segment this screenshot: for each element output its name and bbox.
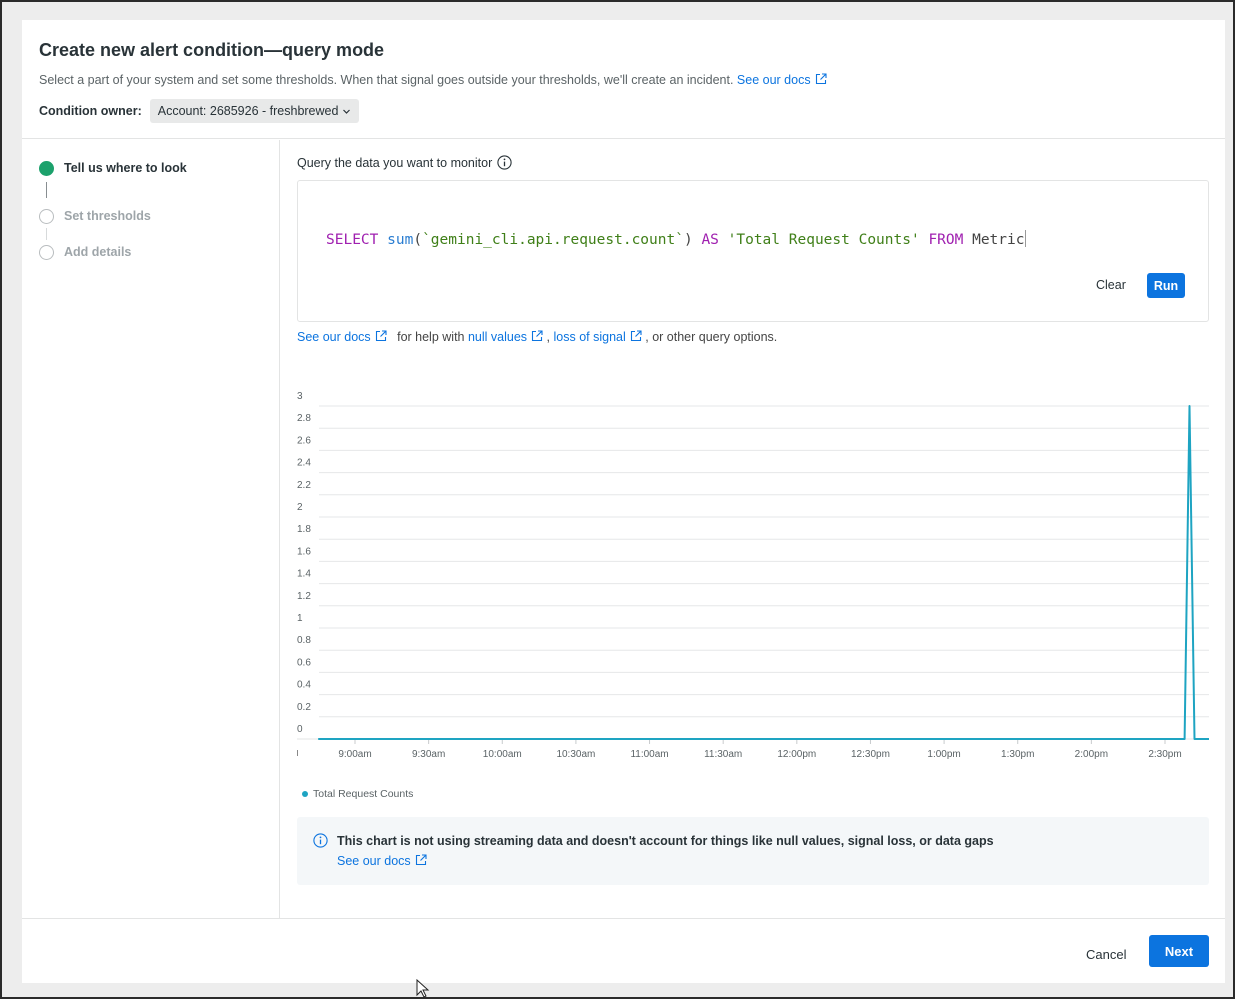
cancel-button[interactable]: Cancel [1076, 939, 1136, 969]
step-connector [46, 228, 47, 240]
x-tick-label: 1:00pm [927, 749, 960, 760]
x-tick-label: 11:30am [704, 749, 742, 760]
clear-button[interactable]: Clear [1088, 273, 1134, 297]
y-tick-label: 1.8 [297, 524, 311, 535]
condition-owner-value: Account: 2685926 - freshbrewed [157, 104, 339, 118]
external-link-icon [630, 330, 642, 342]
x-tick-label: 9:30am [412, 749, 445, 760]
notice-text: This chart is not using streaming data a… [337, 834, 994, 848]
next-button[interactable]: Next [1149, 935, 1209, 967]
subtitle-text: Select a part of your system and set som… [39, 73, 734, 87]
loss-of-signal-link-label: loss of signal [553, 330, 626, 344]
step-label: Set thresholds [64, 209, 151, 223]
step-tell-us-where-to-look[interactable]: Tell us where to look [39, 160, 187, 176]
null-values-link-label: null values [467, 330, 528, 344]
step-set-thresholds[interactable]: Set thresholds [39, 208, 151, 224]
info-icon[interactable] [497, 155, 512, 170]
legend-label: Total Request Counts [313, 788, 414, 800]
keyword-from: FROM [928, 232, 964, 248]
step-active-dot-icon [39, 160, 54, 176]
text-caret [1025, 230, 1027, 247]
query-label-text: Query the data you want to monitor [297, 155, 493, 170]
header-docs-link-label: See our docs [736, 73, 811, 87]
paren-close: ) [683, 232, 693, 248]
query-editor[interactable]: SELECT sum(`gemini_cli.api.request.count… [297, 180, 1209, 322]
x-tick-label: 12:30pm [851, 749, 890, 760]
nrql-query-code[interactable]: SELECT sum(`gemini_cli.api.request.count… [326, 230, 1027, 248]
function-name: sum [387, 232, 414, 248]
help-docs-link-label: See our docs [297, 330, 371, 344]
y-tick-label: 1.6 [297, 546, 311, 557]
notice-docs-link-label: See our docs [337, 854, 411, 868]
y-tick-label: 0.6 [297, 657, 311, 668]
x-tick-label: 2:30pm [1148, 749, 1181, 760]
steps-sidebar: Tell us where to look Set thresholds Add… [22, 140, 280, 918]
mouse-cursor-icon [416, 979, 430, 998]
y-tick-label: 2.8 [297, 413, 311, 424]
condition-owner-select[interactable]: Account: 2685926 - freshbrewed [149, 99, 360, 123]
series-line [318, 405, 1209, 740]
help-text-2: , or other query options. [645, 330, 778, 344]
external-link-icon [375, 330, 387, 342]
page-header: Create new alert condition—query mode Se… [22, 20, 1225, 139]
y-tick-label: 2.6 [297, 435, 311, 446]
external-link-icon [532, 330, 543, 342]
y-tick-label: 2 [297, 502, 303, 513]
step-inactive-dot-icon [39, 244, 54, 260]
keyword-select: SELECT [326, 232, 379, 248]
attribute-name: `gemini_cli.api.request.count` [422, 232, 684, 248]
query-help-row: See our docs for help with null values ,… [297, 330, 777, 344]
external-link-icon [815, 73, 827, 85]
keyword-as: AS [701, 232, 719, 248]
step-label: Add details [64, 245, 132, 259]
y-tick-label: 0.2 [297, 702, 311, 713]
table-name: Metric [972, 232, 1025, 248]
query-results-chart: 0 0.2 0.4 0.6 0.8 1 1.2 1.4 1.6 1.8 2 2.2 2.4 2.6 2.8 3… [297, 391, 1209, 760]
x-tick-label: 11:00am [630, 749, 668, 760]
step-inactive-dot-icon [39, 208, 54, 224]
page-subtitle: Select a part of your system and set som… [39, 73, 827, 87]
streaming-notice: This chart is not using streaming data a… [297, 817, 1209, 885]
x-tick-label: 1:30pm [1001, 749, 1034, 760]
x-tick-label: 10:30am [556, 749, 595, 760]
condition-owner-row: Condition owner: Account: 2685926 - fres… [39, 99, 360, 123]
window-frame: Create new alert condition—query mode Se… [0, 0, 1235, 999]
y-tick-label: 2.4 [297, 458, 311, 469]
header-docs-link[interactable]: See our docs [737, 73, 827, 87]
y-tick-label: 2.2 [297, 480, 311, 491]
x-tick-label: 2:00pm [1075, 749, 1108, 760]
y-tick-label: 1.2 [297, 591, 311, 602]
step-connector [46, 182, 47, 198]
legend-dot-icon [302, 791, 308, 797]
info-icon [313, 833, 328, 848]
page-title: Create new alert condition—query mode [39, 40, 385, 60]
null-values-link[interactable]: null values [468, 330, 543, 344]
step-label: Tell us where to look [64, 161, 187, 175]
query-label: Query the data you want to monitor [297, 155, 512, 170]
y-tick-label: 0.4 [297, 680, 311, 691]
chevron-down-icon [343, 109, 351, 114]
x-tick-label: 9:00am [338, 749, 371, 760]
external-link-icon [415, 854, 427, 866]
x-tick-label: 10:00am [483, 749, 522, 760]
step-add-details[interactable]: Add details [39, 244, 131, 260]
help-text-1: for help with [397, 330, 465, 344]
loss-of-signal-link[interactable]: loss of signal [554, 330, 642, 344]
alert-condition-panel: Create new alert condition—query mode Se… [22, 20, 1225, 983]
condition-owner-label: Condition owner: [39, 104, 142, 118]
help-comma: , [546, 330, 551, 344]
y-tick-label: 1.4 [297, 569, 311, 580]
help-docs-link[interactable]: See our docs [297, 330, 387, 344]
notice-docs-link[interactable]: See our docs [337, 854, 427, 868]
run-button[interactable]: Run [1147, 273, 1185, 298]
x-tick-label: 12:00pm [777, 749, 816, 760]
chart-legend[interactable]: Total Request Counts [302, 788, 413, 800]
y-tick-label: 0 [297, 724, 303, 735]
wizard-footer: Cancel Next [22, 918, 1225, 983]
y-tick-label: 1 [297, 613, 303, 624]
alias-string: 'Total Request Counts' [727, 232, 920, 248]
paren-open: ( [413, 232, 423, 248]
y-tick-label: 3 [297, 391, 303, 402]
y-tick-label: 0.8 [297, 635, 311, 646]
